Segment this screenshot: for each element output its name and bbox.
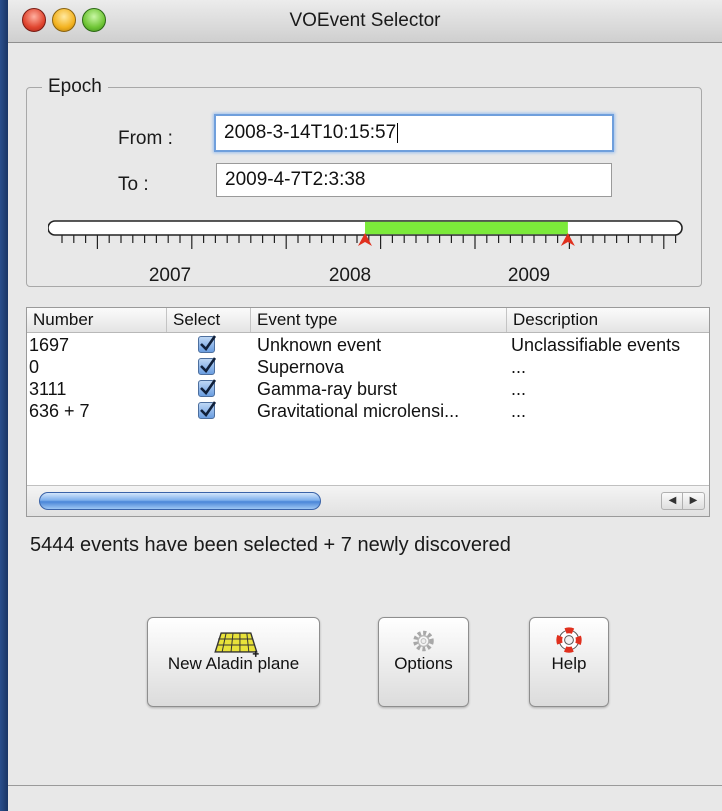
help-label: Help (551, 654, 587, 673)
title-bar[interactable]: VOEvent Selector (8, 0, 722, 43)
horizontal-scrollbar[interactable]: ◀ ▶ (27, 485, 709, 516)
cell-number: 636 + 7 (29, 401, 90, 421)
table-row[interactable]: 0 Supernova ... (27, 356, 709, 378)
options-button[interactable]: Options (378, 617, 469, 707)
cell-event-type: Gravitational microlensi... (257, 401, 460, 421)
new-aladin-plane-label: New Aladin plane (167, 654, 300, 673)
cell-event-type: Gamma-ray burst (257, 379, 398, 399)
checkmark-icon (200, 401, 216, 418)
text-caret (397, 122, 399, 143)
column-header-description[interactable]: Description (507, 308, 709, 332)
cell-event-type: Supernova (257, 357, 345, 377)
event-table: Number Select Event type Description 169… (26, 307, 710, 517)
scroll-arrows: ◀ ▶ (661, 492, 705, 510)
select-checkbox[interactable] (198, 357, 216, 375)
scroll-left-icon[interactable]: ◀ (662, 493, 683, 509)
from-date-input[interactable]: 2008-3-14T10:15:57 (214, 114, 614, 152)
timeline-year-label: 2009 (508, 265, 550, 286)
options-label: Options (394, 654, 453, 673)
to-date-input[interactable]: 2009-4-7T2:3:38 (216, 163, 612, 197)
timeline-year-label: 2007 (149, 265, 191, 286)
column-header-event-type[interactable]: Event type (251, 308, 507, 332)
from-label: From : (118, 128, 173, 149)
cell-event-type: Unknown event (257, 335, 382, 355)
epoch-timeline-slider[interactable]: 2007 2008 2009 (48, 214, 688, 294)
desktop-edge (0, 0, 8, 811)
cell-description: ... (511, 379, 527, 399)
select-checkbox[interactable] (198, 335, 216, 353)
to-date-value: 2009-4-7T2:3:38 (225, 169, 366, 190)
checkmark-icon (200, 357, 216, 374)
window-title: VOEvent Selector (289, 10, 441, 31)
cell-description: Unclassifiable events (511, 335, 681, 355)
epoch-legend: Epoch (42, 76, 108, 98)
voevent-selector-window: VOEvent Selector Epoch From : 2008-3-14T… (8, 0, 722, 811)
cell-number: 3111 (29, 379, 67, 399)
table-header: Number Select Event type Description (27, 308, 709, 333)
checkmark-icon (200, 379, 216, 396)
scrollbar-thumb[interactable] (39, 492, 321, 510)
checkmark-icon (200, 335, 216, 352)
table-row[interactable]: 3111 Gamma-ray burst ... (27, 378, 709, 400)
select-checkbox[interactable] (198, 379, 216, 397)
cell-number: 0 (29, 357, 40, 377)
selection-status: 5444 events have been selected + 7 newly… (30, 534, 511, 556)
column-header-number[interactable]: Number (27, 308, 167, 332)
scroll-right-icon[interactable]: ▶ (682, 493, 704, 509)
select-checkbox[interactable] (198, 401, 216, 419)
new-aladin-plane-button[interactable]: New Aladin plane (147, 617, 320, 707)
cell-number: 1697 (29, 335, 70, 355)
timeline-selected-range (365, 221, 568, 235)
help-button[interactable]: Help (529, 617, 609, 707)
cell-description: ... (511, 357, 527, 377)
to-label: To : (118, 174, 149, 195)
table-row[interactable]: 1697 Unknown event Unclassifiable events (27, 334, 709, 356)
window-bottom-divider (8, 785, 722, 786)
timeline-year-label: 2008 (329, 265, 371, 286)
table-row[interactable]: 636 + 7 Gravitational microlensi... ... (27, 400, 709, 422)
from-date-value: 2008-3-14T10:15:57 (224, 122, 397, 143)
column-header-select[interactable]: Select (167, 308, 251, 332)
cell-description: ... (511, 401, 527, 421)
